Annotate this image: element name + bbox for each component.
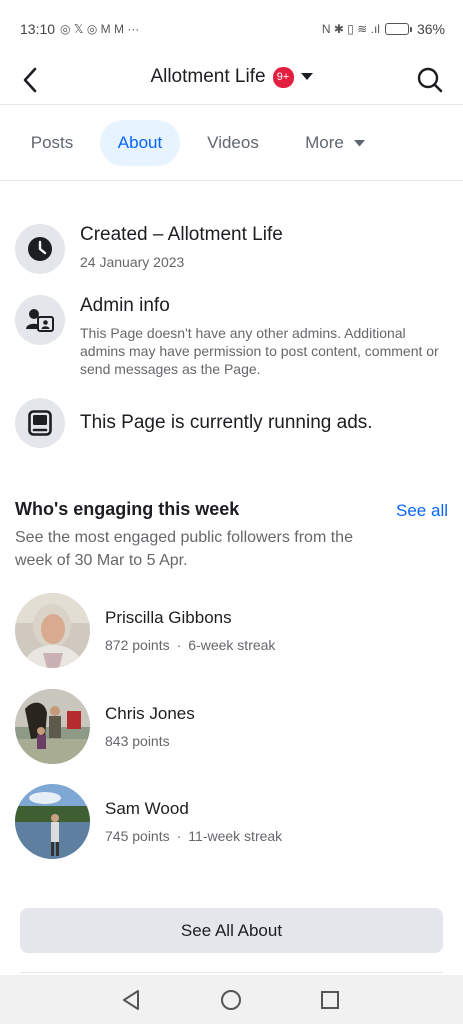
follower-item-priscilla-gibbons[interactable]: Priscilla Gibbons 872 points · 6-week stre… — [15, 592, 445, 668]
notification-badge: 9+ — [272, 66, 294, 88]
follower-points: 872 points — [105, 636, 170, 653]
follower-text: Priscilla Gibbons 872 points · 6-week stre… — [105, 608, 275, 653]
ads-icon — [28, 410, 52, 436]
search-icon — [417, 67, 443, 93]
follower-meta: 745 points · 11-week streak — [105, 828, 282, 844]
avatar — [15, 783, 90, 859]
header-divider — [0, 104, 463, 105]
meta-separator: · — [176, 636, 182, 653]
follower-name: Priscilla Gibbons — [105, 607, 232, 627]
admin-description: This Page doesn't have any other admins.… — [80, 325, 439, 377]
tab-posts[interactable]: Posts — [15, 120, 89, 166]
tab-label: About — [117, 133, 163, 152]
follower-points: 745 points — [105, 827, 170, 844]
follower-points: 843 points — [105, 732, 170, 749]
follower-meta: 843 points — [105, 733, 195, 749]
ads-icon-circle — [15, 398, 65, 448]
page-title: Allotment Life — [150, 66, 266, 87]
follower-streak: 11-week streak — [188, 827, 283, 844]
system-nav-bar — [0, 975, 463, 1024]
created-icon-circle — [15, 224, 65, 274]
tab-about[interactable]: About — [100, 120, 180, 166]
follower-streak: 6-week streak — [188, 636, 276, 653]
created-text: Created – Allotment Life 24 January 2023 — [80, 224, 283, 274]
clock-icon — [28, 237, 52, 261]
circle-home-icon — [221, 990, 241, 1010]
battery-icon — [384, 23, 412, 35]
status-left: 13:10 ◎ 𝕏 ◎ M M ··· — [20, 21, 139, 37]
engaging-subtitle: See the most engaged public followers fr… — [15, 529, 353, 569]
admin-icon-circle — [15, 295, 65, 345]
follower-item-sam-wood[interactable]: Sam Wood 745 points · 11-week streak — [15, 783, 445, 859]
ads-title: This Page is currently running ads. — [80, 412, 373, 433]
avatar — [15, 592, 90, 668]
follower-item-chris-jones[interactable]: Chris Jones 843 points — [15, 688, 445, 764]
system-status-icons: N ✱ ▯ ≋ .ıl — [321, 22, 380, 36]
triangle-back-icon — [123, 990, 139, 1010]
admin-icon — [26, 309, 54, 332]
follower-name: Chris Jones — [105, 703, 195, 723]
bottom-divider — [20, 972, 443, 973]
follower-meta: 872 points · 6-week streak — [105, 637, 275, 653]
follower-text: Sam Wood 745 points · 11-week streak — [105, 799, 282, 844]
ads-text: This Page is currently running ads. — [80, 412, 373, 434]
search-button[interactable] — [415, 64, 445, 96]
nav-recents-button[interactable] — [317, 987, 343, 1013]
battery-percent: 36% — [416, 21, 445, 37]
meta-separator: · — [176, 827, 182, 844]
created-title: Created – Allotment Life — [80, 224, 283, 245]
follower-text: Chris Jones 843 points — [105, 704, 195, 749]
ads-info[interactable]: This Page is currently running ads. — [15, 398, 455, 448]
follower-name: Sam Wood — [105, 798, 189, 818]
caret-down-icon — [300, 73, 313, 80]
nav-home-button[interactable] — [218, 987, 244, 1013]
caret-down-icon — [353, 139, 365, 146]
tab-label: Videos — [207, 133, 259, 152]
see-all-link[interactable]: See all — [396, 501, 448, 521]
tab-videos[interactable]: Videos — [193, 120, 273, 166]
created-date: 24 January 2023 — [80, 254, 185, 270]
status-bar: 13:10 ◎ 𝕏 ◎ M M ··· N ✱ ▯ ≋ .ıl 36% — [0, 0, 463, 58]
admin-title: Admin info — [80, 295, 170, 316]
status-time: 13:10 — [20, 21, 56, 37]
tab-label: More — [305, 133, 344, 152]
avatar — [15, 688, 90, 764]
tab-more[interactable]: More — [290, 120, 380, 166]
tabs-divider — [0, 180, 463, 181]
notification-icons: ◎ 𝕏 ◎ M M ··· — [60, 22, 140, 36]
admin-info: Admin info This Page doesn't have any ot… — [15, 295, 455, 378]
tab-label: Posts — [30, 133, 74, 152]
page-title-dropdown[interactable]: Allotment Life 9+ — [0, 66, 463, 88]
status-right: N ✱ ▯ ≋ .ıl 36% — [322, 21, 445, 37]
engaging-section-title: Who's engaging this week — [15, 499, 240, 519]
app-header: Allotment Life 9+ — [0, 58, 463, 104]
nav-back-button[interactable] — [118, 987, 144, 1013]
created-info: Created – Allotment Life 24 January 2023 — [15, 224, 455, 274]
tab-bar: Posts About Videos More — [0, 120, 463, 166]
admin-text: Admin info This Page doesn't have any ot… — [80, 295, 442, 378]
see-all-about-button[interactable]: See All About — [20, 908, 443, 953]
square-recents-icon — [321, 991, 339, 1009]
